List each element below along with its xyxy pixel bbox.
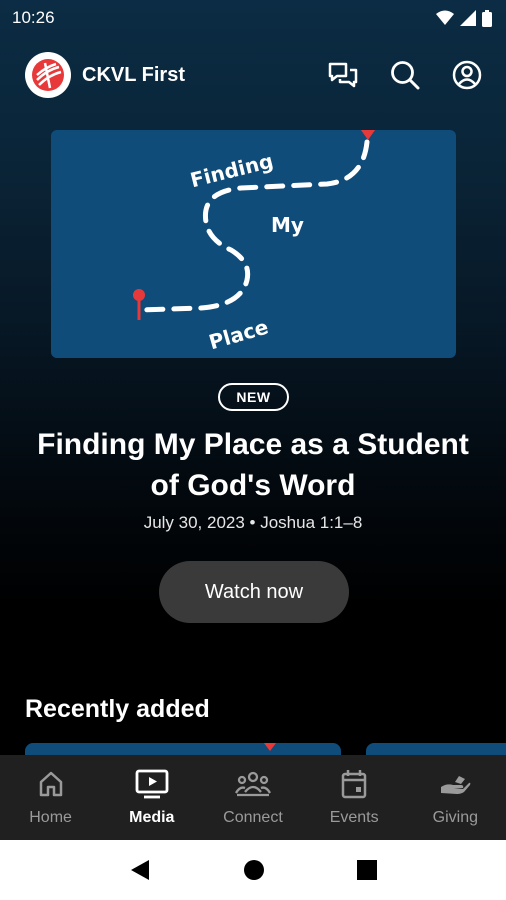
chat-icon	[328, 62, 358, 88]
calendar-icon	[341, 770, 367, 799]
nav-item-connect[interactable]: Connect	[208, 767, 298, 827]
nav-item-events[interactable]: Events	[309, 767, 399, 827]
media-icon	[135, 769, 169, 799]
account-icon	[452, 60, 482, 90]
artwork-text-place: Place	[206, 315, 271, 355]
battery-icon	[482, 9, 492, 27]
watch-now-button[interactable]: Watch now	[159, 561, 349, 623]
nav-label-media: Media	[129, 809, 175, 826]
nav-item-home[interactable]: Home	[6, 767, 96, 827]
artwork-text-finding: Finding	[188, 149, 276, 193]
cellular-icon	[460, 10, 476, 26]
end-marker-icon	[361, 130, 375, 140]
app-header: CKVL First	[0, 50, 506, 100]
giving-icon	[441, 776, 471, 794]
background-gradient	[0, 0, 506, 760]
bottom-nav: Home Media Connect Events Giving	[0, 755, 506, 840]
search-button[interactable]	[388, 58, 422, 92]
nav-item-giving[interactable]: Giving	[410, 767, 500, 827]
back-icon[interactable]	[129, 858, 151, 882]
new-badge: NEW	[218, 383, 289, 411]
nav-label-giving: Giving	[432, 809, 479, 826]
system-nav-bar	[0, 840, 506, 900]
wifi-icon	[436, 10, 454, 25]
connect-icon	[234, 771, 271, 797]
nav-label-events: Events	[329, 809, 379, 826]
home-circle-icon[interactable]	[243, 859, 265, 881]
recents-icon[interactable]	[357, 860, 377, 880]
search-icon	[391, 61, 420, 90]
home-icon	[39, 771, 62, 797]
church-logo[interactable]	[25, 52, 71, 98]
chat-button[interactable]	[326, 58, 360, 92]
card-marker-icon	[264, 743, 276, 751]
nav-label-connect: Connect	[223, 809, 283, 826]
sermon-meta: July 30, 2023 • Joshua 1:1–8	[143, 513, 363, 532]
nav-item-media[interactable]: Media	[107, 767, 197, 827]
artwork-text-my: My	[271, 213, 304, 237]
app-title: CKVL First	[82, 63, 185, 86]
account-button[interactable]	[450, 58, 484, 92]
recently-added-heading: Recently added	[25, 695, 210, 723]
map-pin-icon	[133, 289, 145, 320]
logo-mark-icon	[32, 59, 64, 91]
status-time: 10:26	[12, 8, 55, 27]
status-bar: 10:26	[0, 0, 506, 36]
sermon-artwork[interactable]: Finding My Place	[51, 130, 456, 358]
nav-label-home: Home	[29, 809, 72, 826]
sermon-title: Finding My Place as a Student of God's W…	[37, 428, 469, 502]
